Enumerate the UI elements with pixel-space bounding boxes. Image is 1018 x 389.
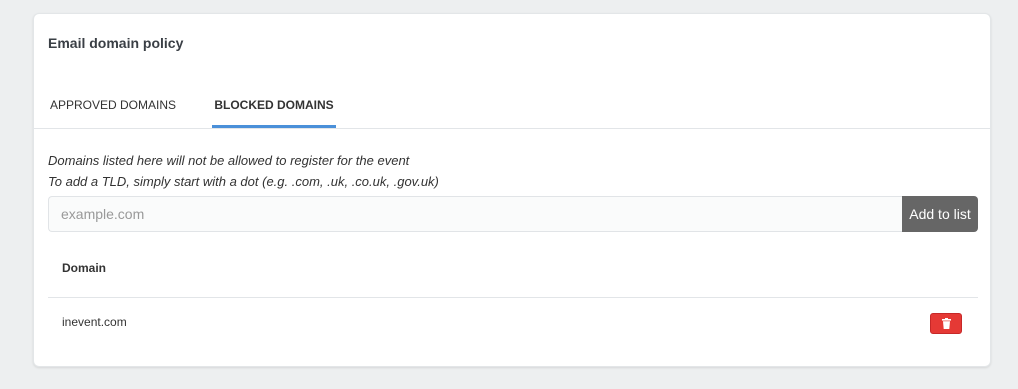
add-to-list-button[interactable]: Add to list [902, 196, 978, 232]
description-line-2: To add a TLD, simply start with a dot (e… [48, 174, 439, 189]
card-title: Email domain policy [48, 35, 184, 51]
column-header-domain: Domain [62, 261, 107, 275]
domain-tabs: APPROVED DOMAINS BLOCKED DOMAINS [34, 92, 990, 129]
tab-blocked-domains[interactable]: BLOCKED DOMAINS [212, 98, 336, 128]
add-domain-row: Add to list [48, 196, 978, 232]
blocked-domains-table: Domain inevent.com [48, 244, 978, 348]
table-header: Domain [48, 244, 978, 298]
email-domain-policy-card: Email domain policy APPROVED DOMAINS BLO… [33, 13, 991, 367]
table-row: inevent.com [48, 298, 978, 348]
trash-icon [941, 318, 951, 329]
domain-cell: inevent.com [62, 315, 127, 329]
delete-domain-button[interactable] [930, 313, 962, 334]
domain-input[interactable] [48, 196, 902, 232]
description-line-1: Domains listed here will not be allowed … [48, 153, 410, 168]
tab-approved-domains[interactable]: APPROVED DOMAINS [48, 98, 178, 128]
blocked-domains-description: Domains listed here will not be allowed … [48, 150, 439, 192]
